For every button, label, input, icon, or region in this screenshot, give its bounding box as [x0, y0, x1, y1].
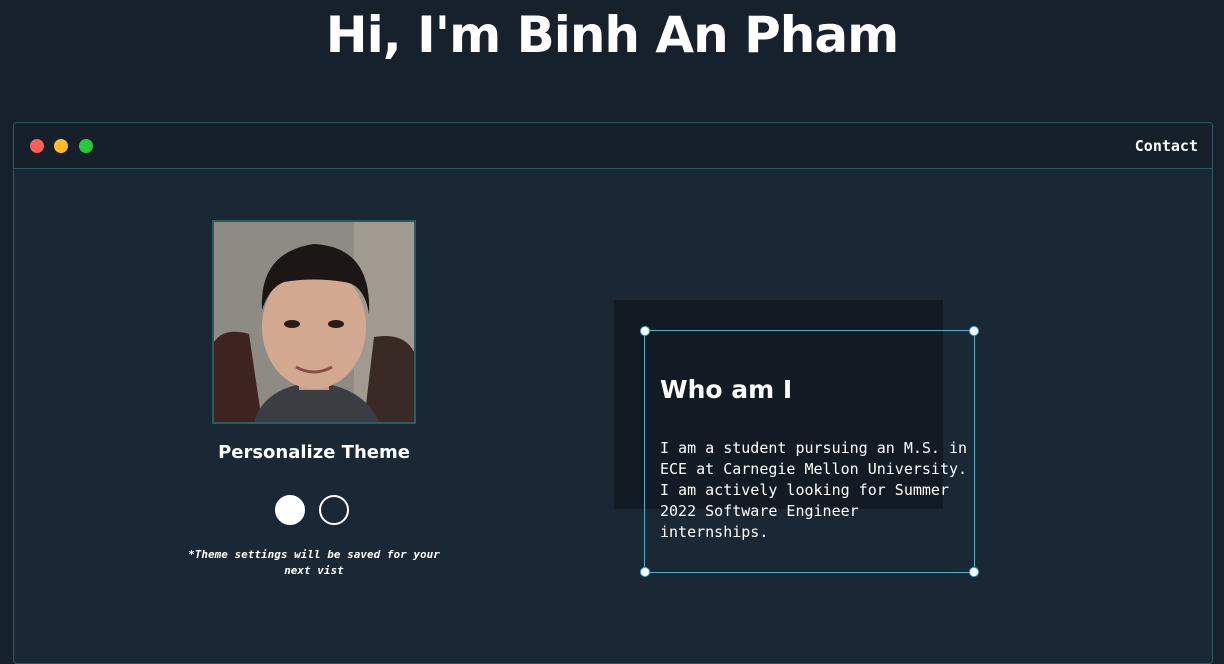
page-title: Hi, I'm Binh An Pham [325, 6, 899, 64]
contact-link[interactable]: Contact [1135, 137, 1198, 155]
maximize-window-button[interactable] [79, 139, 93, 153]
theme-settings-note: *Theme settings will be saved for your n… [188, 548, 440, 577]
browser-window: Contact Personalize Theme *Theme setting… [13, 122, 1213, 664]
resize-handle-top-right[interactable] [969, 326, 979, 336]
minimize-window-button[interactable] [54, 139, 68, 153]
about-card: Who am I I am a student pursuing an M.S.… [640, 326, 979, 577]
dark-theme-button[interactable] [319, 495, 349, 525]
resize-handle-bottom-left[interactable] [640, 567, 650, 577]
resize-handle-top-left[interactable] [640, 326, 650, 336]
personalize-theme-title: Personalize Theme [218, 442, 410, 463]
light-theme-button[interactable] [275, 495, 305, 525]
profile-photo [212, 220, 416, 424]
resize-handle-bottom-right[interactable] [969, 567, 979, 577]
profile-photo-image [214, 222, 414, 422]
window-titlebar: Contact [14, 123, 1212, 169]
about-title: Who am I [660, 375, 793, 404]
about-text: I am a student pursuing an M.S. in ECE a… [660, 439, 968, 541]
close-window-button[interactable] [30, 139, 44, 153]
